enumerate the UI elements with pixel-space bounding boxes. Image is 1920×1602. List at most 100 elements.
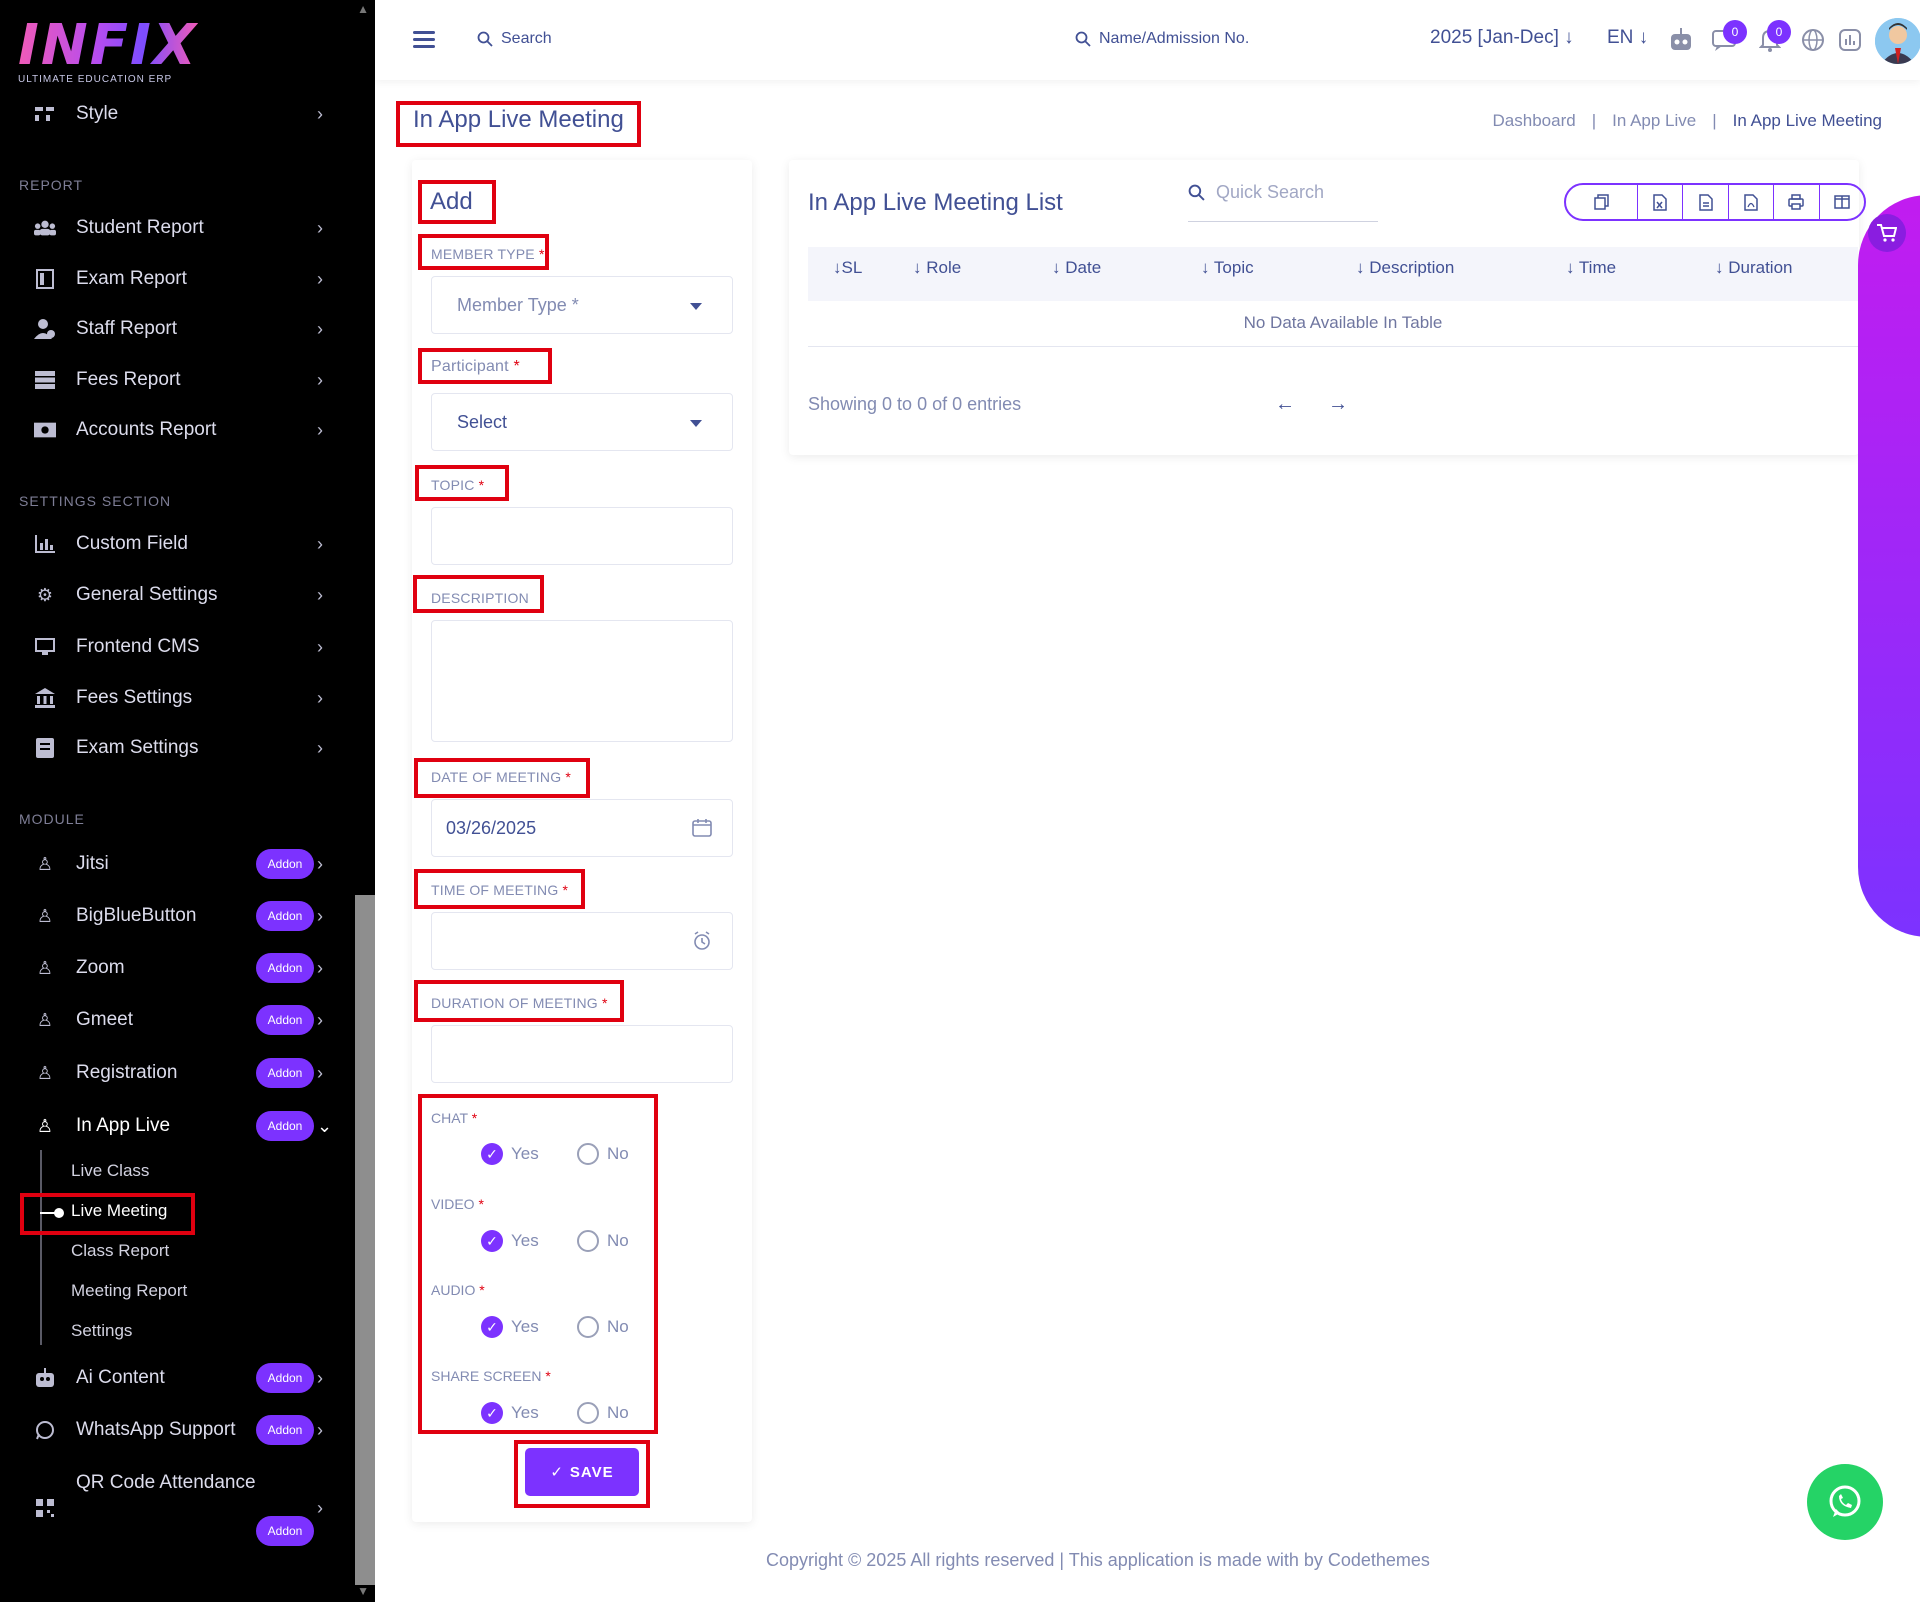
sidebar-item-staff-report[interactable]: Staff Report › bbox=[0, 307, 340, 351]
audio-no-radio[interactable] bbox=[577, 1316, 599, 1338]
print-button[interactable] bbox=[1773, 185, 1818, 219]
next-page-arrow-icon[interactable]: → bbox=[1328, 393, 1348, 416]
description-textarea[interactable] bbox=[431, 620, 733, 742]
column-date[interactable]: ↓ Date bbox=[1052, 258, 1101, 278]
sidebar-item-label: Custom Field bbox=[76, 533, 188, 554]
sidebar-item-student-report[interactable]: Student Report › bbox=[0, 206, 340, 250]
audio-yes-radio[interactable]: ✓ bbox=[481, 1316, 503, 1338]
menu-toggle-icon[interactable] bbox=[413, 31, 435, 49]
top-header: Search Name/Admission No. 2025 [Jan-Dec]… bbox=[375, 0, 1920, 80]
book-icon bbox=[34, 737, 56, 759]
submenu-item-settings[interactable]: Settings bbox=[71, 1321, 132, 1341]
excel-button[interactable] bbox=[1637, 185, 1682, 219]
column-description[interactable]: ↓ Description bbox=[1356, 258, 1454, 278]
sidebar-item-label: Ai Content bbox=[76, 1367, 165, 1388]
search-button[interactable]: Search bbox=[477, 30, 552, 48]
submenu-item-meeting-report[interactable]: Meeting Report bbox=[71, 1281, 187, 1301]
language-label: EN bbox=[1607, 27, 1634, 48]
sidebar-item-bigbluebutton[interactable]: ♙ BigBlueButton Addon › bbox=[0, 894, 340, 938]
sidebar-item-label: Zoom bbox=[76, 957, 125, 978]
video-yes-radio[interactable]: ✓ bbox=[481, 1230, 503, 1252]
duration-input[interactable] bbox=[431, 1025, 733, 1083]
logo[interactable]: INFIX ULTIMATE EDUCATION ERP bbox=[18, 18, 198, 86]
sidebar-item-exam-settings[interactable]: Exam Settings › bbox=[0, 726, 340, 770]
sidebar-item-custom-field[interactable]: Custom Field › bbox=[0, 522, 340, 566]
sidebar-item-style[interactable]: Style › bbox=[0, 92, 340, 136]
chat-yes-radio[interactable]: ✓ bbox=[481, 1143, 503, 1165]
participant-select[interactable]: Select bbox=[431, 393, 733, 451]
column-duration[interactable]: ↓ Duration bbox=[1715, 258, 1793, 278]
cart-icon[interactable] bbox=[1868, 214, 1906, 252]
quick-search-input[interactable]: Quick Search bbox=[1188, 178, 1378, 222]
submenu-item-class-report[interactable]: Class Report bbox=[71, 1241, 169, 1261]
topic-input[interactable] bbox=[431, 507, 733, 565]
sidebar-item-qr-code-attendance[interactable]: QR Code Attendance Addon › bbox=[0, 1472, 340, 1546]
submenu-item-live-meeting[interactable]: Live Meeting bbox=[71, 1201, 167, 1221]
whatsapp-chat-button[interactable] bbox=[1807, 1464, 1883, 1540]
column-sl[interactable]: ↓SL bbox=[833, 258, 862, 278]
share-screen-no-radio[interactable] bbox=[577, 1402, 599, 1424]
sidebar-item-exam-report[interactable]: Exam Report › bbox=[0, 257, 340, 301]
member-type-label: MEMBER TYPE * bbox=[431, 246, 545, 262]
csv-button[interactable] bbox=[1682, 185, 1727, 219]
breadcrumb-in-app-live[interactable]: In App Live bbox=[1612, 111, 1696, 131]
prev-page-arrow-icon[interactable]: ← bbox=[1275, 393, 1295, 416]
avatar[interactable] bbox=[1875, 18, 1920, 64]
save-button[interactable]: ✓ SAVE bbox=[525, 1448, 639, 1496]
column-topic[interactable]: ↓ Topic bbox=[1201, 258, 1254, 278]
sidebar-item-accounts-report[interactable]: Accounts Report › bbox=[0, 408, 340, 452]
duration-label: DURATION OF MEETING * bbox=[431, 995, 608, 1011]
columns-button[interactable] bbox=[1818, 185, 1864, 219]
time-input[interactable] bbox=[431, 912, 733, 970]
scroll-up-icon[interactable]: ▲ bbox=[357, 2, 369, 16]
sidebar-item-whatsapp-support[interactable]: WhatsApp Support Addon › bbox=[0, 1408, 340, 1452]
stats-icon[interactable] bbox=[1836, 26, 1864, 54]
chat-count-badge: 0 bbox=[1723, 20, 1747, 44]
date-input[interactable]: 03/26/2025 bbox=[431, 799, 733, 857]
sidebar-item-fees-settings[interactable]: Fees Settings › bbox=[0, 676, 340, 720]
chevron-right-icon: › bbox=[317, 636, 323, 657]
sidebar-item-in-app-live[interactable]: ♙ In App Live Addon ⌄ bbox=[0, 1104, 340, 1148]
sidebar-item-general-settings[interactable]: ⚙ General Settings › bbox=[0, 573, 340, 617]
addon-badge: Addon bbox=[256, 1415, 314, 1445]
sidebar-scrollbar[interactable] bbox=[355, 895, 375, 1585]
video-no-radio[interactable] bbox=[577, 1230, 599, 1252]
chevron-right-icon: › bbox=[317, 1062, 323, 1083]
pdf-button[interactable] bbox=[1727, 185, 1773, 219]
column-role[interactable]: ↓ Role bbox=[913, 258, 961, 278]
sidebar-item-registration[interactable]: ♙ Registration Addon › bbox=[0, 1051, 340, 1095]
share-screen-yes-radio[interactable]: ✓ bbox=[481, 1402, 503, 1424]
globe-icon[interactable] bbox=[1799, 26, 1827, 54]
sidebar-item-gmeet[interactable]: ♙ Gmeet Addon › bbox=[0, 998, 340, 1042]
notification-count-badge: 0 bbox=[1767, 20, 1791, 44]
student-search-button[interactable]: Name/Admission No. bbox=[1075, 30, 1249, 48]
page-title: In App Live Meeting bbox=[413, 106, 624, 133]
csv-icon bbox=[1698, 193, 1713, 211]
sidebar-item-jitsi[interactable]: ♙ Jitsi Addon › bbox=[0, 842, 340, 886]
time-label: TIME OF MEETING * bbox=[431, 882, 569, 898]
purchase-tab[interactable] bbox=[1858, 195, 1920, 937]
student-search-label: Name/Admission No. bbox=[1099, 30, 1250, 47]
sidebar-item-ai-content[interactable]: Ai Content Addon › bbox=[0, 1356, 340, 1400]
sidebar-item-fees-report[interactable]: Fees Report › bbox=[0, 358, 340, 402]
robot-icon bbox=[34, 1367, 56, 1389]
calendar-icon[interactable] bbox=[692, 818, 712, 838]
chevron-right-icon: › bbox=[317, 853, 323, 874]
copy-button[interactable] bbox=[1566, 185, 1637, 219]
monitor-icon bbox=[34, 636, 56, 658]
chat-no-radio[interactable] bbox=[577, 1143, 599, 1165]
language-select[interactable]: EN ↓ bbox=[1607, 27, 1648, 49]
robot-icon[interactable] bbox=[1667, 26, 1695, 54]
whatsapp-icon bbox=[34, 1419, 56, 1441]
member-type-select[interactable]: Member Type * bbox=[431, 276, 733, 334]
caret-down-icon bbox=[690, 420, 702, 427]
breadcrumb-dashboard[interactable]: Dashboard bbox=[1493, 111, 1576, 131]
column-time[interactable]: ↓ Time bbox=[1566, 258, 1616, 278]
sort-arrow-icon: ↓ bbox=[1566, 258, 1579, 277]
sidebar-item-frontend-cms[interactable]: Frontend CMS › bbox=[0, 625, 340, 669]
sidebar-item-zoom[interactable]: ♙ Zoom Addon › bbox=[0, 946, 340, 990]
scroll-down-icon[interactable]: ▼ bbox=[357, 1584, 369, 1598]
academic-year-select[interactable]: 2025 [Jan-Dec] ↓ bbox=[1430, 27, 1574, 49]
submenu-item-live-class[interactable]: Live Class bbox=[71, 1161, 149, 1181]
clock-icon[interactable] bbox=[692, 931, 712, 951]
